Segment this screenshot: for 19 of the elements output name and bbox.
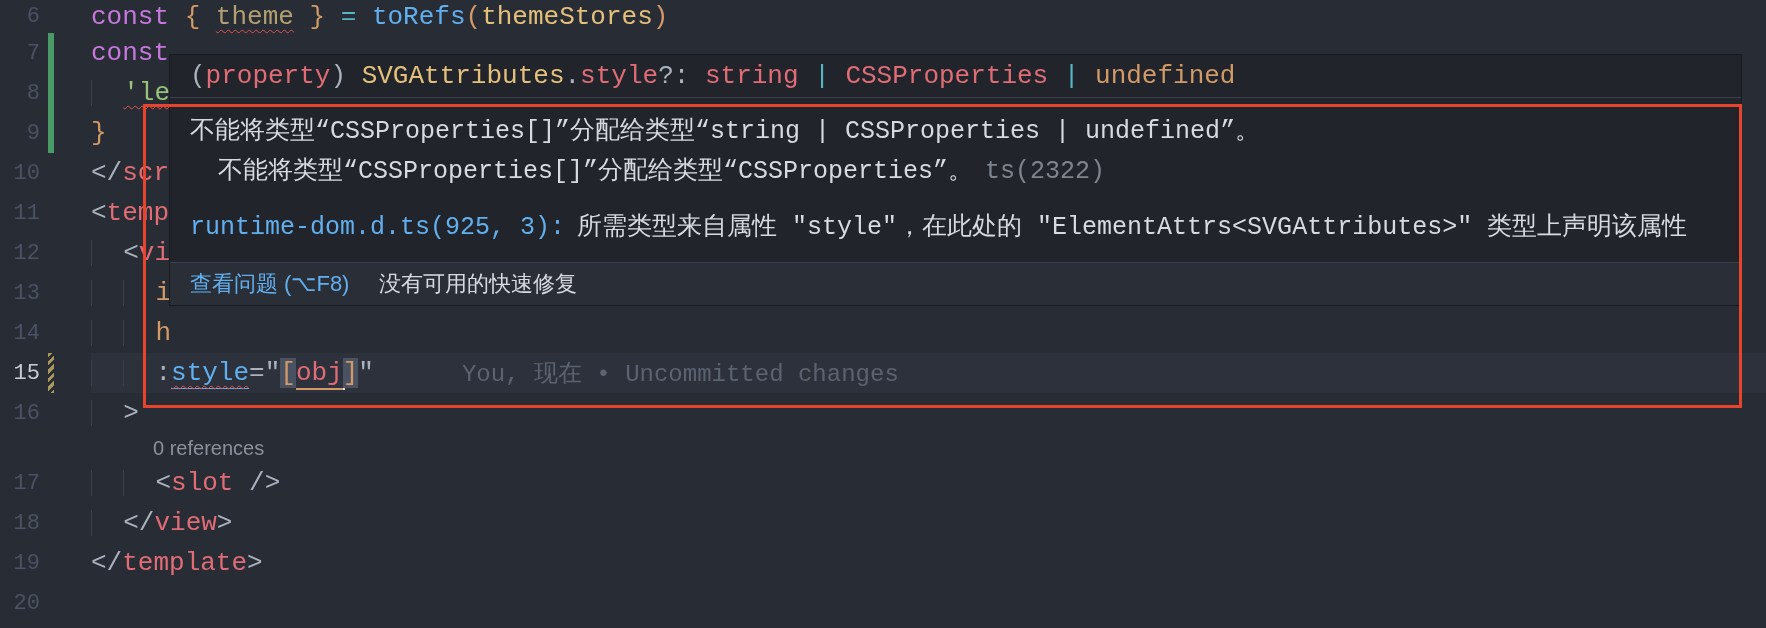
code-line: </view> bbox=[91, 510, 233, 536]
code-line: } bbox=[91, 120, 107, 146]
code-line: const { theme } = toRefs(themeStores) bbox=[91, 3, 669, 30]
error-message: 不能将类型“CSSProperties[]”分配给类型“CSSProperties”。 ts(2322) bbox=[217, 156, 1107, 188]
code-line: 'le bbox=[91, 80, 171, 106]
error-message: 不能将类型“CSSProperties[]”分配给类型“string | CSSProperties | undefined”。 bbox=[190, 116, 1262, 148]
code-line: </template> bbox=[91, 550, 263, 576]
code-line: <slot /> bbox=[91, 470, 281, 496]
source-link[interactable]: runtime-dom.d.ts(925, 3): bbox=[190, 213, 566, 242]
code-line: h bbox=[91, 320, 172, 346]
type-signature: (property) SVGAttributes.style?: string | CSSProperties | undefined bbox=[170, 55, 1741, 98]
line-number: 15 bbox=[12, 360, 40, 386]
references-lens[interactable]: 0 references bbox=[153, 436, 265, 460]
related-info: runtime-dom.d.ts(925, 3): 所需类型来自属性 "style"，在此处的 "ElementAttrs<SVGAttributes>" 类型上声明该属性 bbox=[190, 212, 1689, 244]
view-problem-link[interactable]: 查看问题 (⌥F8) bbox=[190, 269, 350, 299]
code-line: const bbox=[91, 40, 169, 66]
no-quick-fix-text: 没有可用的快速修复 bbox=[379, 270, 578, 298]
code-line: > bbox=[91, 400, 139, 426]
code-line: i bbox=[91, 280, 172, 306]
